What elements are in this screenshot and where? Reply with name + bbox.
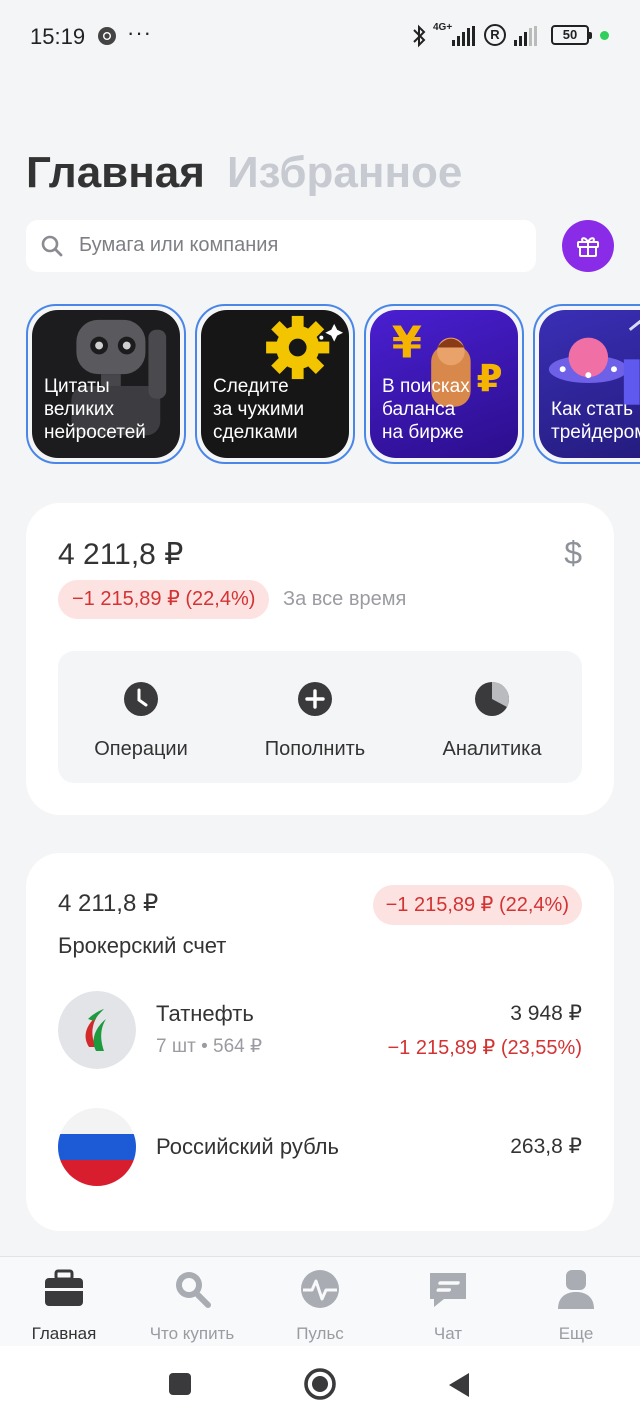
plus-icon xyxy=(298,682,332,716)
search-input[interactable]: Бумага или компания xyxy=(26,220,536,272)
deposit-button[interactable]: Пополнить xyxy=(235,681,395,761)
analytics-label: Аналитика xyxy=(442,738,542,760)
system-navigation-bar xyxy=(0,1346,640,1423)
header-tabs: Главная Избранное xyxy=(26,148,462,198)
story-title: В поисках баланса на бирже xyxy=(382,376,470,443)
tab-main[interactable]: Главная xyxy=(26,148,205,198)
nav-label: Пульс xyxy=(296,1324,344,1343)
asset-name: Российский рубль xyxy=(156,1134,339,1159)
home-icon[interactable] xyxy=(303,1367,337,1401)
nav-label: Главная xyxy=(31,1324,97,1343)
nav-label: Чат xyxy=(433,1324,463,1343)
period-label[interactable]: За все время xyxy=(283,588,406,611)
chat-icon xyxy=(430,1273,466,1307)
nav-item-what-to-buy[interactable]: Что купить xyxy=(128,1267,256,1344)
bluetooth-icon xyxy=(413,24,426,48)
signal-icon xyxy=(452,26,475,46)
search-icon xyxy=(41,235,63,257)
asset-quantity: 7 шт • 564 ₽ xyxy=(156,1036,263,1057)
nav-item-main[interactable]: Главная xyxy=(0,1267,128,1344)
deposit-label: Пополнить xyxy=(264,738,366,760)
story-card[interactable]: ¥ ₽ В поисках баланса на бирже xyxy=(364,304,524,464)
signal-icon xyxy=(514,26,537,46)
privacy-dot-icon xyxy=(600,31,609,40)
status-time: 15:19 xyxy=(30,24,86,49)
status-bar: 15:19 ··· 4G+ R 50 xyxy=(0,0,640,72)
account-value: 4 211,8 ₽ xyxy=(58,890,159,917)
asset-row[interactable]: Татнефть 7 шт • 564 ₽ 3 948 ₽ −1 215,89 … xyxy=(58,991,582,1071)
asset-value: 263,8 ₽ xyxy=(510,1135,582,1158)
story-card[interactable]: Следите за чужими сделками xyxy=(195,304,355,464)
tab-favorites[interactable]: Избранное xyxy=(227,148,462,198)
nav-item-more[interactable]: Еще xyxy=(512,1267,640,1344)
gift-icon xyxy=(577,237,599,257)
quick-actions: Операции Пополнить Аналитика xyxy=(58,651,582,783)
nav-label: Что купить xyxy=(149,1324,235,1343)
analytics-button[interactable]: Аналитика xyxy=(412,681,572,761)
account-change-badge: −1 215,89 ₽ (22,4%) xyxy=(372,885,582,925)
network-type-label: 4G+ xyxy=(433,22,453,33)
story-card[interactable]: Как стать трейдером xyxy=(533,304,640,464)
search-icon xyxy=(176,1272,211,1308)
search-placeholder: Бумага или компания xyxy=(79,234,279,256)
back-icon[interactable] xyxy=(447,1371,471,1399)
story-title: Как стать трейдером xyxy=(551,399,640,443)
stories-carousel[interactable]: Цитаты великих нейросетей Следите за чуж… xyxy=(0,304,640,466)
currency-switch-icon[interactable]: $ xyxy=(564,535,582,572)
portfolio-summary-card[interactable]: 4 211,8 ₽ $ −1 215,89 ₽ (22,4%) За все в… xyxy=(26,503,614,815)
gift-button[interactable] xyxy=(562,220,614,272)
asset-row[interactable]: Российский рубль 263,8 ₽ xyxy=(58,1108,582,1188)
more-notifications-icon: ··· xyxy=(127,20,152,45)
portfolio-total: 4 211,8 ₽ xyxy=(58,538,184,571)
asset-change: −1 215,89 ₽ (23,55%) xyxy=(387,1037,582,1059)
asset-name: Татнефть xyxy=(156,1001,254,1026)
nav-item-pulse[interactable]: Пульс xyxy=(256,1267,384,1344)
operations-label: Операции xyxy=(94,738,188,760)
profile-icon xyxy=(558,1270,594,1309)
story-card[interactable]: Цитаты великих нейросетей xyxy=(26,304,186,464)
story-title: Следите за чужими сделками xyxy=(213,376,305,443)
pulse-icon xyxy=(301,1270,339,1308)
portfolio-change-badge: −1 215,89 ₽ (22,4%) xyxy=(58,580,270,619)
recents-icon[interactable] xyxy=(168,1372,192,1396)
asset-value: 3 948 ₽ xyxy=(510,1002,582,1025)
account-name: Брокерский счет xyxy=(58,933,227,958)
briefcase-icon xyxy=(45,1269,83,1306)
battery-icon: 50 xyxy=(551,25,592,45)
broker-account-card[interactable]: 4 211,8 ₽ −1 215,89 ₽ (22,4%) Брокерский… xyxy=(26,853,614,1231)
svg-text:¥: ¥ xyxy=(392,318,422,368)
story-title: Цитаты великих нейросетей xyxy=(44,376,146,443)
nav-label: Еще xyxy=(558,1324,594,1343)
clock-icon xyxy=(124,682,158,716)
russian-flag-icon xyxy=(58,1108,136,1186)
nav-item-chat[interactable]: Чат xyxy=(384,1267,512,1344)
pie-icon xyxy=(475,682,509,716)
chrome-icon xyxy=(98,27,116,45)
tatneft-logo-icon xyxy=(58,991,136,1069)
roaming-icon: R xyxy=(484,24,506,46)
bottom-navigation: Главная Что купить Пульс Чат Еще xyxy=(0,1256,640,1346)
operations-button[interactable]: Операции xyxy=(61,681,221,761)
